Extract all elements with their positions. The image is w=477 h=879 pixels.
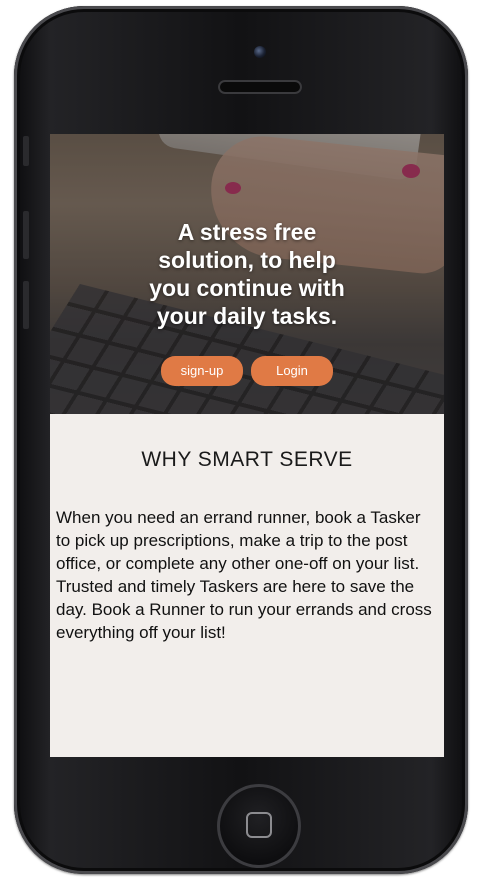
hero-title: A stress free solution, to help you cont… — [149, 219, 345, 329]
volume-up-button — [23, 211, 29, 259]
phone-screen: A stress free solution, to help you cont… — [50, 134, 444, 757]
volume-down-button — [23, 281, 29, 329]
section-title: WHY SMART SERVE — [141, 448, 353, 471]
main-content: WHY SMART SERVE When you need an errand … — [50, 448, 444, 644]
home-button[interactable] — [217, 784, 301, 868]
login-button[interactable]: Login — [251, 356, 333, 386]
earpiece-speaker — [218, 80, 302, 94]
front-camera-icon — [254, 46, 266, 58]
mute-switch — [23, 136, 29, 166]
hero-button-row: sign-up Login — [50, 356, 444, 386]
signup-button[interactable]: sign-up — [161, 356, 243, 386]
home-square-icon — [246, 812, 272, 838]
mockup-stage: A stress free solution, to help you cont… — [0, 0, 477, 879]
section-body: When you need an errand runner, book a T… — [56, 508, 432, 642]
hero-banner: A stress free solution, to help you cont… — [50, 134, 444, 414]
